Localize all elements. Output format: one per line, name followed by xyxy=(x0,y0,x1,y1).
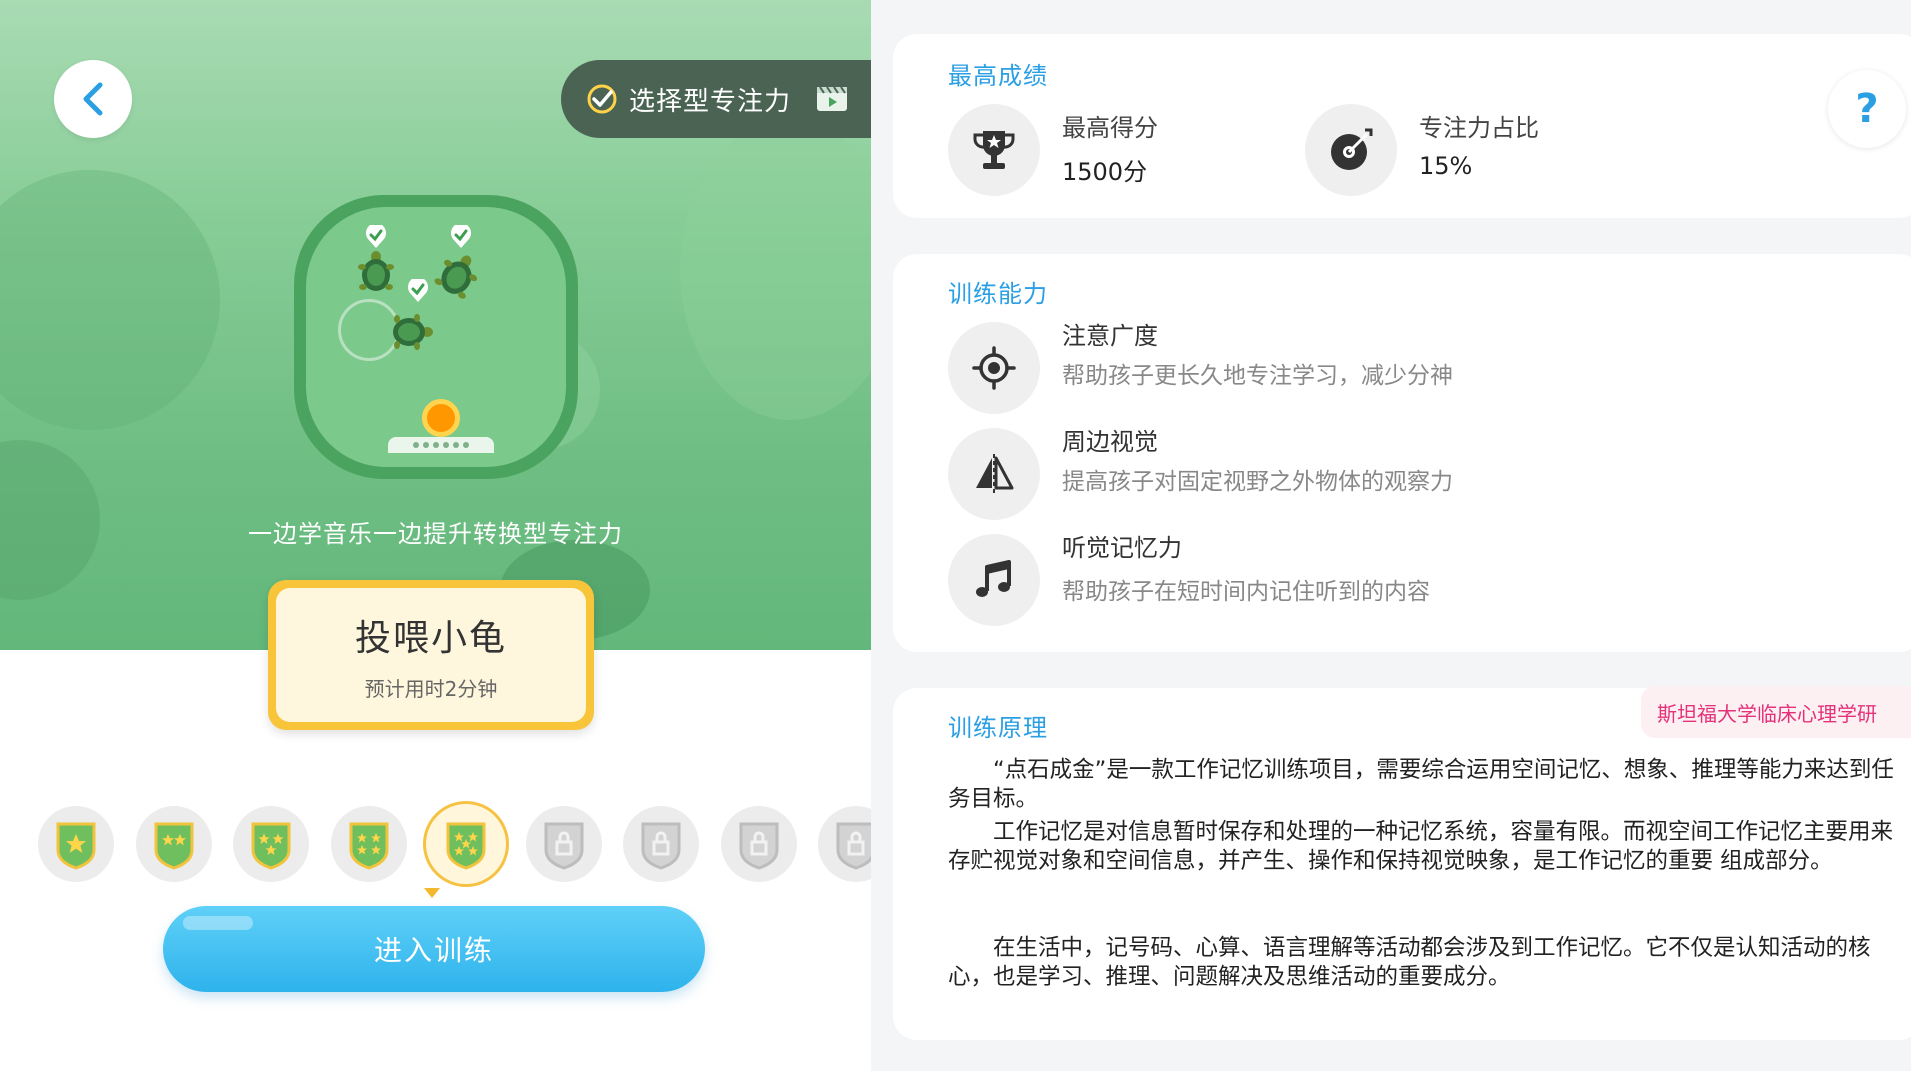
button-gloss xyxy=(183,916,253,930)
level-selector xyxy=(0,801,871,898)
info-panel: 最高成绩 最高得分 1500分 专注力占比 15% ? 训练能力 注意广度 帮助… xyxy=(871,0,1911,1071)
enter-training-label: 进入训练 xyxy=(373,934,494,967)
seaweed-decoration xyxy=(0,170,220,430)
level-badge-4[interactable] xyxy=(330,806,407,882)
launcher-base xyxy=(388,437,494,453)
locked-shield-icon xyxy=(544,822,583,870)
focus-mode-pill[interactable]: 选择型专注力 xyxy=(561,60,871,138)
star-shield-icon xyxy=(446,822,486,870)
ability-name: 听觉记忆力 xyxy=(1062,534,1182,562)
training-principle-title: 训练原理 xyxy=(948,714,1048,742)
mirror-icon xyxy=(976,454,1014,494)
back-button[interactable] xyxy=(54,60,132,138)
level-badge-2[interactable] xyxy=(135,806,212,882)
ability-icon-wrap xyxy=(948,534,1040,626)
principle-paragraph: 在生活中，记号码、心算、语言理解等活动都会涉及到工作记忆。它不仅是认知活动的核心… xyxy=(948,935,1871,990)
trophy-icon-wrap xyxy=(948,104,1040,196)
game-detail-panel: 选择型专注力 一边学音乐一边提升转换型专注力 投喂小龟 预计用时2分钟 进入训练 xyxy=(0,0,871,1071)
principle-paragraph: “点石成金”是一款工作记忆训练项目，需要综合运用空间记忆、想象、推理等能力来达到… xyxy=(948,757,1894,812)
turtle-icon xyxy=(434,255,478,299)
level-badge-7 xyxy=(623,806,699,882)
game-scene xyxy=(306,207,566,467)
level-badge-8 xyxy=(720,806,797,882)
best-score-title: 最高成绩 xyxy=(948,62,1048,90)
focus-mode-label: 选择型专注力 xyxy=(629,86,792,117)
principle-paragraph: 工作记忆是对信息暂时保存和处理的一种记忆系统，容量有限。而视空间工作记忆主要用来… xyxy=(948,819,1894,874)
training-principle-card: 训练原理 “点石成金”是一款工作记忆训练项目，需要综合运用空间记忆、想象、推理等… xyxy=(893,688,1911,1040)
locked-shield-icon xyxy=(836,822,871,870)
hero-banner: 选择型专注力 一边学音乐一边提升转换型专注力 xyxy=(0,0,871,650)
game-tagline: 一边学音乐一边提升转换型专注力 xyxy=(248,520,623,548)
ability-desc: 帮助孩子更长久地专注学习，减少分神 xyxy=(1062,363,1453,389)
star-shield-icon xyxy=(154,822,193,870)
check-marker-icon xyxy=(451,225,471,248)
ability-desc: 提高孩子对固定视野之外物体的观察力 xyxy=(1062,469,1453,495)
ability-name: 周边视觉 xyxy=(1062,428,1158,456)
best-score-value: 1500分 xyxy=(1062,158,1148,186)
food-ball-icon xyxy=(422,399,460,437)
trophy-icon xyxy=(973,131,1015,169)
star-shield-icon xyxy=(349,822,388,870)
help-button[interactable]: ? xyxy=(1828,70,1906,148)
video-icon[interactable] xyxy=(816,86,848,112)
ability-name: 注意广度 xyxy=(1062,322,1158,350)
level-badge-1[interactable] xyxy=(38,806,114,882)
game-title-card: 投喂小龟 预计用时2分钟 xyxy=(268,580,594,730)
level-badge-3[interactable] xyxy=(233,806,309,882)
best-score-card: 最高成绩 最高得分 1500分 专注力占比 15% ? xyxy=(893,34,1911,218)
ability-icon-wrap xyxy=(948,428,1040,520)
ability-desc: 帮助孩子在短时间内记住听到的内容 xyxy=(1062,579,1430,605)
star-shield-icon xyxy=(56,822,96,870)
seaweed-decoration xyxy=(680,120,871,420)
turtle-icon xyxy=(358,251,394,291)
game-name: 投喂小龟 xyxy=(354,617,507,659)
focus-gauge-icon-wrap xyxy=(1305,104,1397,196)
target-icon xyxy=(972,346,1016,390)
focus-check-icon xyxy=(587,84,617,114)
star-shield-icon xyxy=(251,822,291,870)
locked-shield-icon xyxy=(739,822,778,870)
ability-icon-wrap xyxy=(948,322,1040,414)
level-badge-5[interactable] xyxy=(423,801,509,887)
enter-training-button[interactable]: 进入训练 xyxy=(163,906,705,992)
level-badge-9 xyxy=(818,806,871,882)
dart-target-icon xyxy=(1331,128,1373,170)
focus-ratio-value: 15% xyxy=(1419,152,1473,180)
check-marker-icon xyxy=(366,225,386,248)
game-thumbnail xyxy=(294,195,578,479)
focus-ratio-label: 专注力占比 xyxy=(1419,114,1539,142)
locked-shield-icon xyxy=(641,822,681,870)
game-duration: 预计用时2分钟 xyxy=(364,676,498,701)
training-ability-card: 训练能力 注意广度 帮助孩子更长久地专注学习，减少分神 周边视觉 提高孩子对固定… xyxy=(893,254,1911,652)
level-badge-6 xyxy=(525,806,602,882)
check-marker-icon xyxy=(408,279,428,302)
music-note-icon xyxy=(976,560,1011,597)
selected-level-pointer xyxy=(424,888,440,898)
training-ability-title: 训练能力 xyxy=(948,280,1048,308)
stanford-research-badge[interactable]: 斯坦福大学临床心理学研 xyxy=(1641,686,1911,738)
best-score-label: 最高得分 xyxy=(1062,114,1158,142)
turtle-icon xyxy=(393,314,433,350)
chevron-left-icon xyxy=(83,82,103,116)
